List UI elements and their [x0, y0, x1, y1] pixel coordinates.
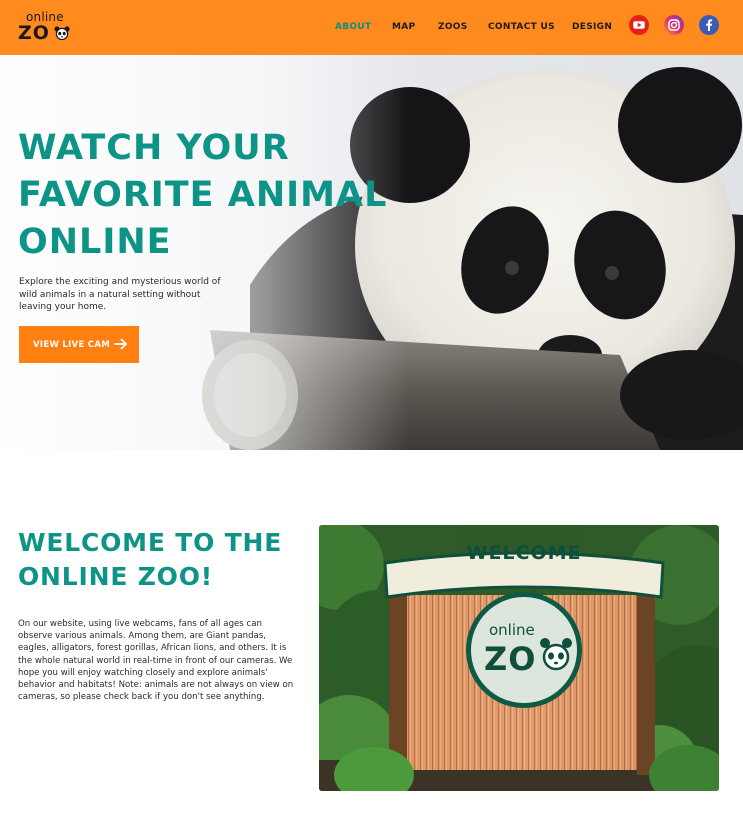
site-header: online ZO ABOUT MAP ZOOS CONTACT US DESI…: [0, 0, 743, 55]
nav-contact-us[interactable]: CONTACT US: [488, 22, 555, 32]
welcome-description: On our website, using live webcams, fans…: [18, 619, 294, 703]
arrow-right-icon: [114, 338, 127, 350]
hero-section: WATCH YOUR FAVORITE ANIMAL ONLINE Explor…: [0, 55, 743, 450]
welcome-title-line: WELCOME TO THE: [18, 528, 283, 557]
nav-design[interactable]: DESIGN: [572, 22, 612, 32]
sign-banner-text: WELCOME: [466, 542, 581, 564]
panda-face-icon: [54, 26, 70, 40]
welcome-sign-image: WELCOME online ZO: [319, 525, 719, 791]
logo-zoo-text: ZO: [18, 22, 50, 44]
hero-description: Explore the exciting and mysterious worl…: [19, 277, 221, 312]
hero-title: WATCH YOUR FAVORITE ANIMAL ONLINE: [18, 125, 478, 266]
sign-logo-online: online: [489, 621, 535, 639]
nav-about[interactable]: ABOUT: [335, 22, 371, 32]
welcome-title-line: ONLINE ZOO!: [18, 562, 213, 591]
nav-map[interactable]: MAP: [392, 22, 415, 32]
site-logo[interactable]: online ZO: [18, 10, 78, 46]
facebook-icon[interactable]: [699, 15, 719, 35]
youtube-icon[interactable]: [629, 15, 649, 35]
hero-title-line: ONLINE: [18, 222, 172, 262]
view-live-cam-button[interactable]: VIEW LIVE CAM: [19, 326, 139, 363]
view-live-cam-label: VIEW LIVE CAM: [33, 339, 110, 350]
sign-logo-zoo: ZO: [484, 640, 536, 678]
instagram-icon[interactable]: [664, 15, 684, 35]
nav-zoos[interactable]: ZOOS: [438, 22, 468, 32]
hero-title-line: FAVORITE ANIMAL: [18, 175, 388, 215]
welcome-title: WELCOME TO THE ONLINE ZOO!: [18, 526, 308, 594]
hero-title-line: WATCH YOUR: [18, 128, 290, 168]
